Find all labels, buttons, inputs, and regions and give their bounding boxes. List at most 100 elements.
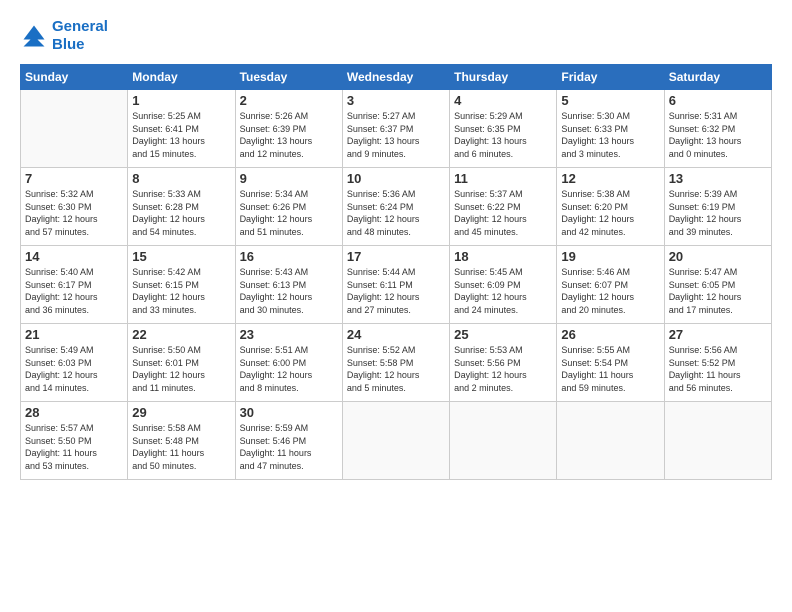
day-cell: 27 Sunrise: 5:56 AM Sunset: 5:52 PM Dayli…	[664, 324, 771, 402]
day-number: 17	[347, 249, 445, 264]
weekday-header-sunday: Sunday	[21, 65, 128, 90]
day-cell: 6 Sunrise: 5:31 AM Sunset: 6:32 PM Daylig…	[664, 90, 771, 168]
weekday-header-tuesday: Tuesday	[235, 65, 342, 90]
day-cell: 5 Sunrise: 5:30 AM Sunset: 6:33 PM Daylig…	[557, 90, 664, 168]
day-info: Sunrise: 5:34 AM Sunset: 6:26 PM Dayligh…	[240, 188, 338, 238]
day-cell: 22Sunrise: 5:50 AM Sunset: 6:01 PM Dayli…	[128, 324, 235, 402]
week-row-1: 1 Sunrise: 5:25 AM Sunset: 6:41 PM Daylig…	[21, 90, 772, 168]
day-number: 11	[454, 171, 552, 186]
day-cell: 16Sunrise: 5:43 AM Sunset: 6:13 PM Dayli…	[235, 246, 342, 324]
day-number: 12	[561, 171, 659, 186]
weekday-header-monday: Monday	[128, 65, 235, 90]
day-cell: 29Sunrise: 5:58 AM Sunset: 5:48 PM Dayli…	[128, 402, 235, 480]
day-number: 1	[132, 93, 230, 108]
day-number: 21	[25, 327, 123, 342]
day-info: Sunrise: 5:40 AM Sunset: 6:17 PM Dayligh…	[25, 266, 123, 316]
day-info: Sunrise: 5:50 AM Sunset: 6:01 PM Dayligh…	[132, 344, 230, 394]
day-cell: 26 Sunrise: 5:55 AM Sunset: 5:54 PM Dayli…	[557, 324, 664, 402]
header: General Blue	[20, 18, 772, 54]
day-cell	[450, 402, 557, 480]
day-info: Sunrise: 5:58 AM Sunset: 5:48 PM Dayligh…	[132, 422, 230, 472]
day-cell: 12 Sunrise: 5:38 AM Sunset: 6:20 PM Dayli…	[557, 168, 664, 246]
day-number: 5	[561, 93, 659, 108]
day-number: 3	[347, 93, 445, 108]
day-cell: 28Sunrise: 5:57 AM Sunset: 5:50 PM Dayli…	[21, 402, 128, 480]
day-number: 30	[240, 405, 338, 420]
day-number: 8	[132, 171, 230, 186]
day-info: Sunrise: 5:26 AM Sunset: 6:39 PM Dayligh…	[240, 110, 338, 160]
day-cell: 7 Sunrise: 5:32 AM Sunset: 6:30 PM Daylig…	[21, 168, 128, 246]
day-number: 26	[561, 327, 659, 342]
day-number: 6	[669, 93, 767, 108]
day-cell: 23Sunrise: 5:51 AM Sunset: 6:00 PM Dayli…	[235, 324, 342, 402]
day-number: 25	[454, 327, 552, 342]
day-info: Sunrise: 5:59 AM Sunset: 5:46 PM Dayligh…	[240, 422, 338, 472]
day-info: Sunrise: 5:33 AM Sunset: 6:28 PM Dayligh…	[132, 188, 230, 238]
day-cell: 18 Sunrise: 5:45 AM Sunset: 6:09 PM Dayli…	[450, 246, 557, 324]
day-cell: 1 Sunrise: 5:25 AM Sunset: 6:41 PM Daylig…	[128, 90, 235, 168]
day-number: 19	[561, 249, 659, 264]
day-info: Sunrise: 5:39 AM Sunset: 6:19 PM Dayligh…	[669, 188, 767, 238]
week-row-5: 28Sunrise: 5:57 AM Sunset: 5:50 PM Dayli…	[21, 402, 772, 480]
day-number: 7	[25, 171, 123, 186]
day-info: Sunrise: 5:52 AM Sunset: 5:58 PM Dayligh…	[347, 344, 445, 394]
day-number: 2	[240, 93, 338, 108]
weekday-header-thursday: Thursday	[450, 65, 557, 90]
day-number: 24	[347, 327, 445, 342]
day-info: Sunrise: 5:31 AM Sunset: 6:32 PM Dayligh…	[669, 110, 767, 160]
day-cell: 11 Sunrise: 5:37 AM Sunset: 6:22 PM Dayli…	[450, 168, 557, 246]
day-number: 14	[25, 249, 123, 264]
day-number: 20	[669, 249, 767, 264]
day-info: Sunrise: 5:27 AM Sunset: 6:37 PM Dayligh…	[347, 110, 445, 160]
day-info: Sunrise: 5:57 AM Sunset: 5:50 PM Dayligh…	[25, 422, 123, 472]
day-cell: 4 Sunrise: 5:29 AM Sunset: 6:35 PM Daylig…	[450, 90, 557, 168]
day-info: Sunrise: 5:42 AM Sunset: 6:15 PM Dayligh…	[132, 266, 230, 316]
day-cell: 25Sunrise: 5:53 AM Sunset: 5:56 PM Dayli…	[450, 324, 557, 402]
day-number: 27	[669, 327, 767, 342]
day-info: Sunrise: 5:44 AM Sunset: 6:11 PM Dayligh…	[347, 266, 445, 316]
day-cell: 15 Sunrise: 5:42 AM Sunset: 6:15 PM Dayli…	[128, 246, 235, 324]
day-info: Sunrise: 5:29 AM Sunset: 6:35 PM Dayligh…	[454, 110, 552, 160]
logo-text: General Blue	[52, 18, 108, 54]
day-info: Sunrise: 5:25 AM Sunset: 6:41 PM Dayligh…	[132, 110, 230, 160]
day-info: Sunrise: 5:32 AM Sunset: 6:30 PM Dayligh…	[25, 188, 123, 238]
day-info: Sunrise: 5:45 AM Sunset: 6:09 PM Dayligh…	[454, 266, 552, 316]
day-cell: 3 Sunrise: 5:27 AM Sunset: 6:37 PM Daylig…	[342, 90, 449, 168]
day-number: 13	[669, 171, 767, 186]
day-info: Sunrise: 5:56 AM Sunset: 5:52 PM Dayligh…	[669, 344, 767, 394]
weekday-header-friday: Friday	[557, 65, 664, 90]
day-cell: 14 Sunrise: 5:40 AM Sunset: 6:17 PM Dayli…	[21, 246, 128, 324]
logo-icon	[20, 22, 48, 50]
day-info: Sunrise: 5:55 AM Sunset: 5:54 PM Dayligh…	[561, 344, 659, 394]
day-cell: 13 Sunrise: 5:39 AM Sunset: 6:19 PM Dayli…	[664, 168, 771, 246]
day-cell: 17 Sunrise: 5:44 AM Sunset: 6:11 PM Dayli…	[342, 246, 449, 324]
day-cell	[664, 402, 771, 480]
day-cell: 8 Sunrise: 5:33 AM Sunset: 6:28 PM Daylig…	[128, 168, 235, 246]
calendar: SundayMondayTuesdayWednesdayThursdayFrid…	[20, 64, 772, 480]
day-info: Sunrise: 5:51 AM Sunset: 6:00 PM Dayligh…	[240, 344, 338, 394]
day-info: Sunrise: 5:43 AM Sunset: 6:13 PM Dayligh…	[240, 266, 338, 316]
week-row-2: 7 Sunrise: 5:32 AM Sunset: 6:30 PM Daylig…	[21, 168, 772, 246]
day-info: Sunrise: 5:30 AM Sunset: 6:33 PM Dayligh…	[561, 110, 659, 160]
day-info: Sunrise: 5:38 AM Sunset: 6:20 PM Dayligh…	[561, 188, 659, 238]
day-number: 10	[347, 171, 445, 186]
day-cell: 20 Sunrise: 5:47 AM Sunset: 6:05 PM Dayli…	[664, 246, 771, 324]
day-info: Sunrise: 5:47 AM Sunset: 6:05 PM Dayligh…	[669, 266, 767, 316]
day-cell: 19Sunrise: 5:46 AM Sunset: 6:07 PM Dayli…	[557, 246, 664, 324]
day-cell: 30 Sunrise: 5:59 AM Sunset: 5:46 PM Dayli…	[235, 402, 342, 480]
week-row-4: 21 Sunrise: 5:49 AM Sunset: 6:03 PM Dayli…	[21, 324, 772, 402]
day-number: 15	[132, 249, 230, 264]
weekday-header-wednesday: Wednesday	[342, 65, 449, 90]
day-number: 4	[454, 93, 552, 108]
page: General Blue SundayMondayTuesdayWednesda…	[0, 0, 792, 612]
day-info: Sunrise: 5:37 AM Sunset: 6:22 PM Dayligh…	[454, 188, 552, 238]
day-cell	[21, 90, 128, 168]
day-number: 18	[454, 249, 552, 264]
day-cell	[342, 402, 449, 480]
day-cell: 10Sunrise: 5:36 AM Sunset: 6:24 PM Dayli…	[342, 168, 449, 246]
day-info: Sunrise: 5:49 AM Sunset: 6:03 PM Dayligh…	[25, 344, 123, 394]
day-cell: 9Sunrise: 5:34 AM Sunset: 6:26 PM Daylig…	[235, 168, 342, 246]
logo: General Blue	[20, 18, 108, 54]
day-cell: 24 Sunrise: 5:52 AM Sunset: 5:58 PM Dayli…	[342, 324, 449, 402]
weekday-header-saturday: Saturday	[664, 65, 771, 90]
